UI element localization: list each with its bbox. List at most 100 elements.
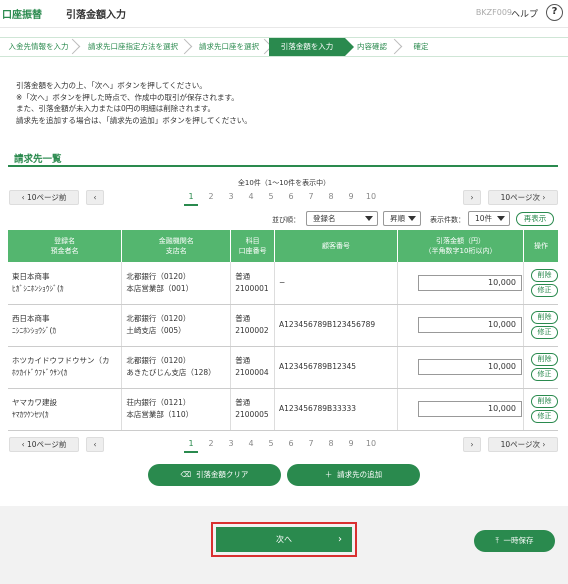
amount-input[interactable]: 10,000 xyxy=(418,359,523,375)
page-link[interactable]: 1 xyxy=(184,190,198,206)
edit-button[interactable]: 修正 xyxy=(530,283,558,297)
header-line: （半角数字10桁以内） xyxy=(424,247,497,255)
prev-page-button[interactable]: ‹ xyxy=(86,437,104,452)
registered-name: ホツカイドウフドウサン（カ xyxy=(12,356,110,365)
page-link[interactable]: 9 xyxy=(341,437,361,453)
page-numbers: 1 2 3 4 5 6 7 8 9 10 xyxy=(181,190,381,206)
branch-name: 土崎支店（005） xyxy=(126,326,186,335)
section-title: 請求先一覧 xyxy=(14,154,62,165)
page-title: 引落金額入力 xyxy=(66,10,126,21)
col-ops-header: 操作 xyxy=(523,230,558,262)
table-row: 西日本商事 ﾆｼﾆﾎﾝｼｮｳｼﾞ(ｶ 北都銀行（0120） 土崎支店（005） 普通… xyxy=(8,304,558,347)
page-link[interactable]: 7 xyxy=(301,437,321,453)
prev-10-button[interactable]: ‹ 10ページ前 xyxy=(9,190,79,205)
page-numbers: 1 2 3 4 5 6 7 8 9 10 xyxy=(181,437,381,453)
add-billing-button[interactable]: ＋ 請求先の追加 xyxy=(287,464,420,486)
account-number: 2100005 xyxy=(235,410,269,419)
prev-page-button[interactable]: ‹ xyxy=(86,190,104,205)
page-link[interactable]: 5 xyxy=(261,190,281,206)
next-page-button[interactable]: › xyxy=(463,437,481,452)
account-holder: ﾔﾏｶﾜｹﾝｾﾂ(ｶ xyxy=(12,410,49,419)
add-billing-label: 請求先の追加 xyxy=(337,470,383,479)
ops-cell: 削除 修正 xyxy=(523,304,558,347)
page-link[interactable]: 8 xyxy=(321,190,341,206)
page-link[interactable]: 5 xyxy=(261,437,281,453)
account-number: 2100001 xyxy=(235,283,269,293)
sort-field-select[interactable]: 登録名 xyxy=(306,211,378,226)
help-icon[interactable]: ? xyxy=(546,4,563,21)
plus-icon: ＋ xyxy=(324,470,333,479)
account-cell: 普通 2100001 xyxy=(230,262,275,305)
section-divider xyxy=(8,165,558,167)
next-page-button[interactable]: › xyxy=(463,190,481,205)
account-cell: 普通 2100002 xyxy=(230,304,275,347)
bank-name: 北都銀行（0120） xyxy=(126,356,191,365)
col-name-header: 登録名 預金者名 xyxy=(8,230,123,262)
branch-name: 本店営業部（001） xyxy=(126,283,194,293)
page-link[interactable]: 4 xyxy=(241,437,261,453)
count-value: 10件 xyxy=(475,214,493,223)
customer-number: A123456789B12345 xyxy=(274,346,399,389)
edit-button[interactable]: 修正 xyxy=(530,410,558,423)
name-cell: ホツカイドウフドウサン（カ ﾎﾂｶｲﾄﾞｳﾌﾄﾞｳｻﾝ(ｶ xyxy=(8,346,123,389)
billing-table: 登録名 預金者名 金融機関名 支店名 科目 口座番号 顧客番号 引落金額（円） （半角数… xyxy=(8,230,558,431)
count-select[interactable]: 10件 xyxy=(468,211,510,226)
page-link[interactable]: 3 xyxy=(221,437,241,453)
prev-10-button[interactable]: ‹ 10ページ前 xyxy=(9,437,79,452)
bank-name: 北都銀行（0120） xyxy=(126,271,191,281)
branch-name: 本店営業部（110） xyxy=(126,410,194,419)
account-cell: 普通 2100005 xyxy=(230,388,275,431)
brand: 口座振替 xyxy=(2,10,42,21)
temp-save-button[interactable]: ⤒ 一時保存 xyxy=(474,530,555,552)
chevron-down-icon xyxy=(497,216,505,221)
clear-amount-button[interactable]: ⌫ 引落金額クリア xyxy=(148,464,281,486)
upload-icon: ⤒ xyxy=(495,536,499,545)
delete-button[interactable]: 削除 xyxy=(530,268,558,282)
page-link[interactable]: 10 xyxy=(361,190,381,206)
chevron-right-icon: › xyxy=(470,440,474,449)
bank-name: 北都銀行（0120） xyxy=(126,314,191,323)
temp-save-label: 一時保存 xyxy=(503,536,534,545)
next-10-button[interactable]: 10ページ次 › xyxy=(488,190,558,205)
delete-button[interactable]: 削除 xyxy=(530,395,558,408)
instruction-line: また、引落金額が未入力または0円の明細は削除されます。 xyxy=(16,104,216,113)
edit-button[interactable]: 修正 xyxy=(530,326,558,339)
chevron-right-icon: › xyxy=(542,440,546,449)
page-link[interactable]: 7 xyxy=(301,190,321,206)
page-link[interactable]: 2 xyxy=(201,437,221,453)
amount-cell: 10,000 xyxy=(397,304,524,347)
chevron-right-icon: › xyxy=(338,534,342,545)
page-link[interactable]: 2 xyxy=(201,190,221,206)
page-link[interactable]: 8 xyxy=(321,437,341,453)
page-link[interactable]: 3 xyxy=(221,190,241,206)
sort-order-select[interactable]: 昇順 xyxy=(383,211,421,226)
header-line: 金融機関名 xyxy=(158,237,194,245)
next-button[interactable]: 次へ › xyxy=(216,527,352,552)
chevron-left-icon: ‹ xyxy=(21,440,25,449)
chevron-right-icon: › xyxy=(542,193,546,202)
table-row: 東日本商事 ﾋｶﾞｼﾆﾎﾝｼｮｳｼﾞ(ｶ 北都銀行（0120） 本店営業部（001）… xyxy=(8,262,558,305)
prev-10-label: 10ページ前 xyxy=(26,440,67,449)
page-link[interactable]: 1 xyxy=(184,437,198,453)
page-link[interactable]: 10 xyxy=(361,437,381,453)
delete-button[interactable]: 削除 xyxy=(530,353,558,366)
prev-10-label: 10ページ前 xyxy=(26,193,67,202)
edit-button[interactable]: 修正 xyxy=(530,368,558,381)
help-link[interactable]: ヘルプ xyxy=(511,7,538,20)
page-link[interactable]: 9 xyxy=(341,190,361,206)
step-3: 請求先口座を選択 xyxy=(189,38,269,56)
amount-input[interactable]: 10,000 xyxy=(418,401,523,417)
page-link[interactable]: 6 xyxy=(281,190,301,206)
header: 口座振替 引落金額入力 BKZF009 ヘルプ ? xyxy=(0,0,568,28)
amount-input[interactable]: 10,000 xyxy=(418,274,523,291)
next-label: 次へ xyxy=(276,535,292,544)
page-link[interactable]: 6 xyxy=(281,437,301,453)
next-10-button[interactable]: 10ページ次 › xyxy=(488,437,558,452)
redisplay-button[interactable]: 再表示 xyxy=(516,212,554,226)
amount-input[interactable]: 10,000 xyxy=(418,317,523,333)
page-link[interactable]: 4 xyxy=(241,190,261,206)
customer-number: A123456789B33333 xyxy=(274,388,399,431)
bank-cell: 北都銀行（0120） あきたびじん支店（128） xyxy=(121,346,232,389)
header-line: 口座番号 xyxy=(238,247,267,255)
delete-button[interactable]: 削除 xyxy=(530,311,558,324)
